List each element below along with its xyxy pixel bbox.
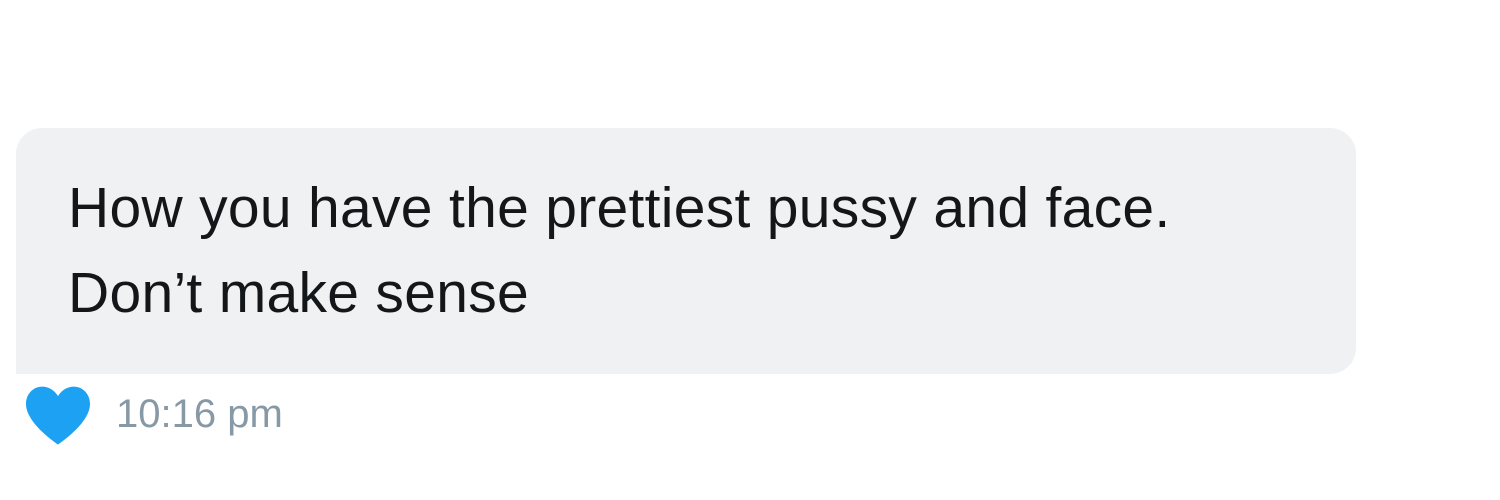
dm-conversation: How you have the prettiest pussy and fac… xyxy=(0,0,1500,500)
message-timestamp: 10:16 pm xyxy=(116,391,283,436)
message-meta: 10:16 pm xyxy=(20,382,283,446)
message-text: How you have the prettiest pussy and fac… xyxy=(68,176,1171,325)
message-bubble[interactable]: How you have the prettiest pussy and fac… xyxy=(16,128,1356,374)
heart-icon[interactable] xyxy=(20,382,96,446)
